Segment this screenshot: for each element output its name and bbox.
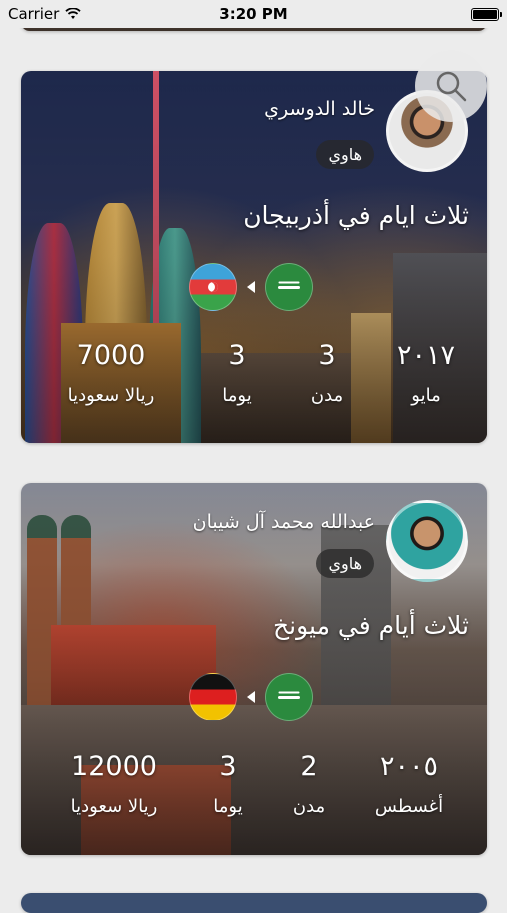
saudi-arabia-flag-icon — [265, 673, 313, 721]
author-name[interactable]: عبدالله محمد آل شيبان — [193, 511, 375, 533]
search-button[interactable] — [415, 50, 487, 122]
status-time: 3:20 PM — [219, 5, 288, 23]
trip-card[interactable]: خالد الدوسري هاوي ثلاث ايام في أذربيجان … — [21, 71, 487, 443]
battery-icon — [471, 7, 502, 21]
route-flags — [189, 263, 313, 311]
author-name[interactable]: خالد الدوسري — [264, 98, 375, 120]
arrow-left-icon — [247, 281, 255, 293]
trip-title: ثلاث أيام في ميونخ — [273, 611, 469, 640]
stat-budget: 12000 ريالا سعوديا — [44, 751, 184, 817]
stat-month-label: أغسطس — [374, 796, 444, 817]
arrow-left-icon — [247, 691, 255, 703]
saudi-arabia-flag-icon — [265, 263, 313, 311]
trip-card-partial-bottom[interactable] — [21, 893, 487, 913]
route-flags — [189, 673, 313, 721]
status-bar: Carrier 3:20 PM — [0, 0, 507, 28]
stat-days-value: 3 — [228, 340, 246, 371]
trip-card[interactable]: عبدالله محمد آل شيبان هاوي ثلاث أيام في … — [21, 483, 487, 855]
stat-days: 3 يوما — [173, 751, 283, 817]
stat-days: 3 يوما — [182, 340, 292, 406]
stat-year-value: ٢٠٠٥ — [379, 751, 438, 782]
stat-budget-label: ريالا سعوديا — [70, 796, 158, 817]
stat-date: ٢٠١٧ مايو — [371, 340, 481, 406]
stat-days-value: 3 — [219, 751, 237, 782]
stat-date: ٢٠٠٥ أغسطس — [354, 751, 464, 817]
stat-budget-value: 12000 — [71, 751, 157, 782]
stat-days-label: يوما — [213, 796, 243, 817]
azerbaijan-flag-icon — [189, 263, 237, 311]
stat-year-value: ٢٠١٧ — [396, 340, 455, 371]
level-badge: هاوي — [316, 549, 374, 578]
stat-days-label: يوما — [222, 385, 252, 406]
stat-budget-value: 7000 — [76, 340, 146, 371]
trip-title: ثلاث ايام في أذربيجان — [243, 201, 469, 230]
germany-flag-icon — [189, 673, 237, 721]
stat-budget: 7000 ريالا سعوديا — [46, 340, 176, 406]
stat-month-label: مايو — [411, 385, 441, 406]
level-badge: هاوي — [316, 140, 374, 169]
search-icon — [436, 71, 467, 102]
stat-budget-label: ريالا سعوديا — [67, 385, 155, 406]
author-avatar[interactable] — [386, 500, 468, 582]
